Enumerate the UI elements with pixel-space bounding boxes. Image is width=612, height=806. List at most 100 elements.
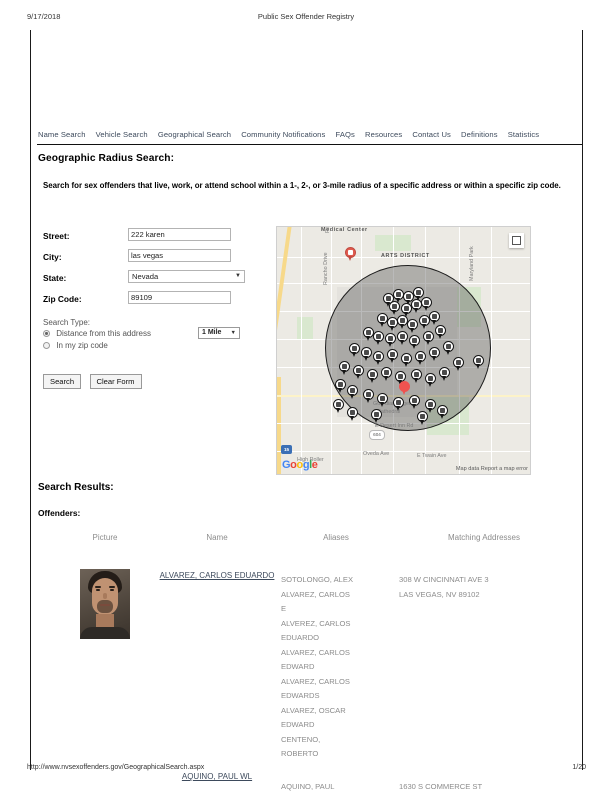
offender-marker-icon[interactable] — [397, 331, 408, 346]
clear-form-button[interactable]: Clear Form — [89, 374, 142, 389]
offender-addresses-cell: 1630 S COMMERCE ST — [399, 780, 569, 795]
fullscreen-icon[interactable] — [509, 233, 524, 248]
offender-marker-icon[interactable] — [409, 395, 420, 410]
map-road — [301, 227, 303, 474]
offender-marker-icon[interactable] — [407, 319, 418, 334]
results-table-header: Picture Name Aliases Matching Addresses — [31, 533, 582, 551]
alias-line: EDWARD — [281, 720, 315, 729]
nav-divider — [37, 144, 582, 145]
nav-item-geographical-search[interactable]: Geographical Search — [158, 130, 231, 139]
offender-picture-cell — [53, 569, 157, 639]
column-header-name: Name — [206, 533, 228, 542]
offender-marker-icon[interactable] — [425, 373, 436, 388]
map-label: Maryland Park — [469, 246, 475, 281]
offender-name-link[interactable]: ALVAREZ, CARLOS EDUARDO — [160, 570, 275, 581]
map-label: Rancho Drive — [325, 227, 331, 233]
alias-line: E — [281, 604, 287, 613]
offender-marker-icon[interactable] — [453, 357, 464, 372]
nav-item-faqs[interactable]: FAQs — [336, 130, 355, 139]
chevron-down-icon: ▼ — [230, 329, 236, 336]
offender-marker-icon[interactable] — [349, 343, 360, 358]
page-description: Search for sex offenders that live, work… — [43, 181, 561, 190]
offender-marker-icon[interactable] — [373, 351, 384, 366]
alias-line: EDUARDO — [281, 633, 319, 642]
offender-marker-icon[interactable] — [421, 297, 432, 312]
map-freeway — [277, 377, 281, 474]
offender-aliases-cell: SOTOLONGO, ALEX ALVAREZ, CARLOS E ALVERE… — [281, 573, 391, 762]
nav-item-vehicle-search[interactable]: Vehicle Search — [96, 130, 148, 139]
search-type-label: Search Type: — [43, 318, 90, 327]
offender-marker-icon[interactable] — [389, 301, 400, 316]
chevron-down-icon: ▼ — [235, 273, 241, 279]
results-map[interactable]: Medical Center ARTS DISTRICT Rancho Driv… — [276, 226, 531, 475]
zip-input[interactable] — [128, 291, 231, 304]
state-select[interactable]: Nevada ▼ — [128, 270, 245, 283]
column-header-picture: Picture — [92, 533, 118, 542]
offender-marker-icon[interactable] — [423, 331, 434, 346]
offender-marker-icon[interactable] — [409, 335, 420, 350]
offender-marker-icon[interactable] — [381, 367, 392, 382]
nav-item-name-search[interactable]: Name Search — [38, 130, 86, 139]
offender-aliases-cell: AQUINO, PAUL — [281, 780, 391, 795]
hospital-marker-icon[interactable] — [345, 247, 356, 262]
offender-marker-icon[interactable] — [347, 385, 358, 400]
nav-item-contact-us[interactable]: Contact Us — [412, 130, 451, 139]
radius-select-value: 1 Mile — [202, 328, 222, 336]
offender-marker-icon[interactable] — [439, 367, 450, 382]
nav-item-definitions[interactable]: Definitions — [461, 130, 498, 139]
search-type-group: Search Type: Distance from this address … — [43, 318, 273, 353]
offender-marker-icon[interactable] — [415, 351, 426, 366]
map-road — [491, 227, 493, 474]
nav-item-statistics[interactable]: Statistics — [508, 130, 539, 139]
offender-marker-icon[interactable] — [393, 397, 404, 412]
offender-marker-icon[interactable] — [361, 347, 372, 362]
column-header-addresses: Matching Addresses — [447, 533, 521, 542]
google-logo: Google — [282, 459, 318, 471]
city-row: City: — [43, 249, 273, 270]
offenders-title: Offenders: — [38, 508, 81, 518]
offender-marker-icon[interactable] — [347, 407, 358, 422]
offender-marker-icon[interactable] — [429, 311, 440, 326]
map-attribution[interactable]: Map data Report a map error — [456, 466, 528, 472]
offender-marker-icon[interactable] — [437, 405, 448, 420]
offender-marker-icon[interactable] — [367, 369, 378, 384]
offender-marker-icon[interactable] — [333, 399, 344, 414]
nav-item-community-notifications[interactable]: Community Notifications — [241, 130, 325, 139]
offender-marker-icon[interactable] — [429, 347, 440, 362]
radius-select[interactable]: 1 Mile ▼ — [198, 327, 240, 339]
offender-marker-icon[interactable] — [443, 341, 454, 356]
offender-marker-icon[interactable] — [353, 365, 364, 380]
city-input[interactable] — [128, 249, 231, 262]
map-park — [297, 317, 313, 339]
radio-row-zip[interactable]: In my zip code — [43, 341, 273, 353]
offender-name-cell: ALVAREZ, CARLOS EDUARDO — [157, 565, 277, 583]
radio-row-distance[interactable]: Distance from this address 1 Mile ▼ — [43, 327, 273, 341]
state-select-value: Nevada — [132, 272, 159, 281]
offender-marker-icon[interactable] — [417, 411, 428, 426]
address-line: LAS VEGAS, NV 89102 — [399, 589, 480, 599]
offender-marker-icon[interactable] — [371, 409, 382, 424]
radio-distance-label: Distance from this address — [56, 329, 151, 338]
nav-item-resources[interactable]: Resources — [365, 130, 402, 139]
print-header: 9/17/2018 Public Sex Offender Registry — [0, 12, 612, 26]
page-frame-right-border — [582, 30, 583, 770]
street-input[interactable] — [128, 228, 231, 241]
offender-marker-icon[interactable] — [401, 353, 412, 368]
offender-marker-icon[interactable] — [473, 355, 484, 370]
radio-distance-from-address[interactable] — [43, 330, 50, 337]
offender-marker-icon[interactable] — [363, 389, 374, 404]
offender-marker-icon[interactable] — [385, 333, 396, 348]
offender-marker-icon[interactable] — [335, 379, 346, 394]
offender-marker-icon[interactable] — [377, 393, 388, 408]
offender-marker-icon[interactable] — [387, 349, 398, 364]
radio-in-my-zip-code[interactable] — [43, 342, 50, 349]
map-freeway — [277, 227, 292, 377]
offender-marker-icon[interactable] — [339, 361, 350, 376]
offender-marker-icon[interactable] — [411, 369, 422, 384]
offender-marker-icon[interactable] — [435, 325, 446, 340]
search-button[interactable]: Search — [43, 374, 82, 389]
column-header-aliases: Aliases — [323, 533, 349, 542]
offender-marker-icon[interactable] — [373, 331, 384, 346]
search-center-marker-icon[interactable] — [399, 381, 410, 396]
form-buttons: Search Clear Form — [43, 371, 146, 389]
